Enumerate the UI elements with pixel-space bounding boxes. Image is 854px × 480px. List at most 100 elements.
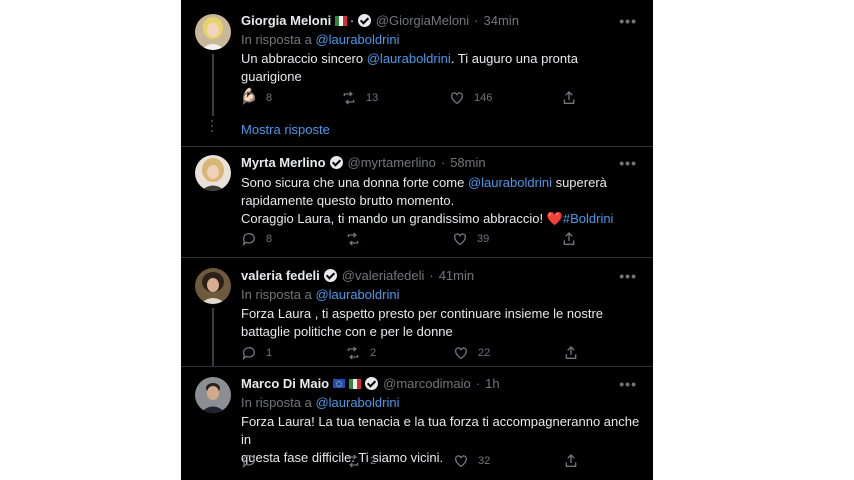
verified-icon <box>323 269 337 282</box>
author-name[interactable]: Giorgia Meloni <box>241 13 331 28</box>
reply-button[interactable] <box>241 453 266 469</box>
reply-count: 8 <box>266 92 273 104</box>
thread-line <box>212 54 214 116</box>
retweet-icon <box>343 91 355 105</box>
tweet-dimaio[interactable]: Marco Di Maio @marcodimaio · 1h ••• In r… <box>181 367 653 480</box>
retweet-icon <box>347 454 359 468</box>
reply-icon <box>242 233 255 246</box>
like-count: 32 <box>478 455 491 467</box>
text-segment: rapidamente questo brutto momento. <box>241 193 455 208</box>
share-button[interactable] <box>563 345 588 361</box>
verified-icon <box>329 156 343 169</box>
share-icon <box>563 232 575 245</box>
avatar[interactable] <box>195 155 231 191</box>
reply-to-mention[interactable]: @lauraboldrini <box>315 395 399 410</box>
reply-icon <box>242 347 255 360</box>
like-count: 22 <box>478 347 491 359</box>
text-segment: Coraggio Laura, ti mando un grandissimo … <box>241 211 547 226</box>
text-segment: Un abbraccio sincero <box>241 51 367 66</box>
reply-button[interactable]: 8 <box>241 90 272 106</box>
retweet-count: 13 <box>366 92 379 104</box>
tweet-meloni[interactable]: Giorgia Meloni 𝆺 @GiorgiaMeloni · 34min … <box>181 0 653 146</box>
text-segment: Forza Laura! La tua tenacia e la tua for… <box>241 414 640 447</box>
more-options-icon[interactable]: ••• <box>619 268 637 284</box>
share-button[interactable] <box>563 453 588 469</box>
author-name[interactable]: Myrta Merlino <box>241 155 326 170</box>
text-segment: Forza Laura , ti aspetto presto per cont… <box>241 306 604 321</box>
eu-flag-icon <box>333 379 346 388</box>
reply-prefix: In risposta a <box>241 32 312 47</box>
reply-prefix: In risposta a <box>241 395 312 410</box>
like-count: 146 <box>474 92 493 104</box>
show-replies-link[interactable]: Mostra risposte <box>241 122 330 137</box>
like-button[interactable]: 39 <box>452 231 489 247</box>
tweet-feed: Giorgia Meloni 𝆺 @GiorgiaMeloni · 34min … <box>181 0 653 480</box>
heart-icon <box>454 233 466 246</box>
tweet-fedeli[interactable]: valeria fedeli @valeriafedeli · 41min ••… <box>181 258 653 366</box>
retweet-button[interactable]: 2 <box>345 453 376 469</box>
reply-icon <box>242 455 255 468</box>
retweet-icon <box>347 346 359 360</box>
text-segment: supererà <box>551 175 607 190</box>
separator-dot: · <box>429 268 434 283</box>
mention-link[interactable]: @lauraboldrini <box>367 51 451 66</box>
thread-dots <box>210 120 214 135</box>
verified-icon <box>365 377 379 390</box>
more-options-icon[interactable]: ••• <box>619 376 637 392</box>
turtle-icon: 𝆺 <box>350 14 354 26</box>
thread-line <box>212 308 214 366</box>
author-handle[interactable]: @GiorgiaMeloni <box>376 13 469 28</box>
heart-icon <box>451 92 463 105</box>
share-icon <box>565 346 577 359</box>
share-icon <box>563 91 575 104</box>
mention-link[interactable]: @lauraboldrini <box>468 175 552 190</box>
reply-to-mention[interactable]: @lauraboldrini <box>315 32 399 47</box>
author-handle[interactable]: @valeriafedeli <box>342 268 425 283</box>
like-button[interactable]: 22 <box>453 345 490 361</box>
author-name[interactable]: valeria fedeli <box>241 268 320 283</box>
hashtag-link[interactable]: #Boldrini <box>563 211 614 226</box>
like-button[interactable]: 146 <box>449 90 492 106</box>
like-count: 39 <box>477 233 490 245</box>
share-button[interactable] <box>561 90 586 106</box>
retweet-icon <box>347 232 359 246</box>
retweet-count: 2 <box>370 455 377 467</box>
separator-dot: · <box>440 155 446 170</box>
heart-icon <box>455 347 467 360</box>
more-options-icon[interactable]: ••• <box>619 13 637 29</box>
avatar[interactable] <box>195 268 231 304</box>
tweet-time[interactable]: 41min <box>439 268 474 283</box>
retweet-button[interactable]: 13 <box>341 90 378 106</box>
share-button[interactable] <box>561 231 586 247</box>
reply-button[interactable]: 1 <box>241 345 272 361</box>
text-segment: Sono sicura che una donna forte come <box>241 175 468 190</box>
tweet-time[interactable]: 58min <box>450 155 485 170</box>
more-options-icon[interactable]: ••• <box>619 155 637 171</box>
tweet-text: Sono sicura che una donna forte come @la… <box>241 174 641 228</box>
italy-flag-icon <box>335 15 348 26</box>
author-handle[interactable]: @marcodimaio <box>383 376 471 391</box>
reply-to-mention[interactable]: @lauraboldrini <box>315 287 399 302</box>
avatar[interactable] <box>195 377 231 413</box>
verified-icon <box>357 14 371 27</box>
tweet-merlino[interactable]: Myrta Merlino @myrtamerlino · 58min ••• … <box>181 147 653 257</box>
reply-prefix: In risposta a <box>241 287 312 302</box>
like-button[interactable]: 32 <box>453 453 490 469</box>
reply-icon <box>242 92 255 105</box>
tweet-text: Forza Laura , ti aspetto presto per cont… <box>241 305 641 341</box>
retweet-button[interactable] <box>345 231 370 247</box>
share-icon <box>565 454 577 467</box>
retweet-button[interactable]: 2 <box>345 345 376 361</box>
reply-count: 1 <box>266 347 273 359</box>
author-handle[interactable]: @myrtamerlino <box>348 155 436 170</box>
avatar[interactable] <box>195 14 231 50</box>
reply-button[interactable]: 8 <box>241 231 272 247</box>
italy-flag-icon <box>349 378 362 389</box>
reply-count: 8 <box>266 233 273 245</box>
heart-icon <box>455 455 467 468</box>
text-segment: battaglie politiche con e per le donne <box>241 324 453 339</box>
separator-dot: · <box>474 13 479 28</box>
author-name[interactable]: Marco Di Maio <box>241 376 329 391</box>
tweet-time[interactable]: 1h <box>485 376 499 391</box>
tweet-time[interactable]: 34min <box>484 13 519 28</box>
